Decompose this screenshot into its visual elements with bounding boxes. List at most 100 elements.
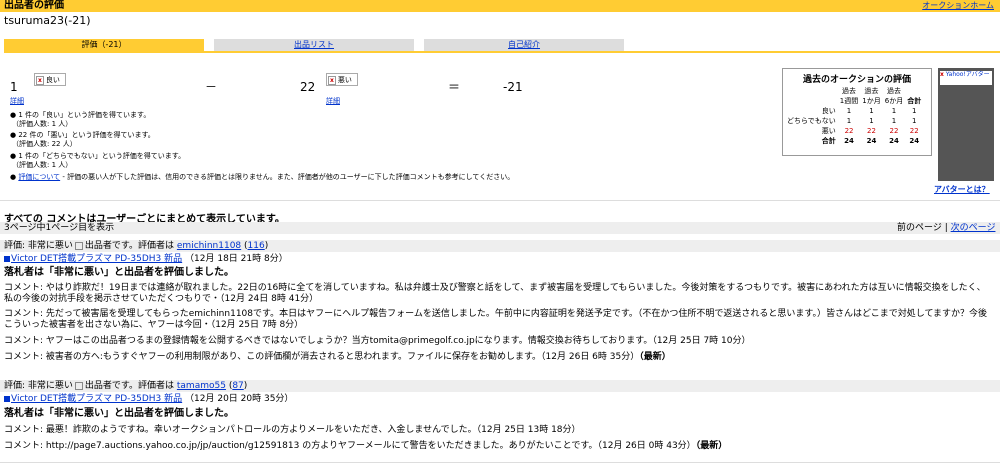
rater-score-link[interactable]: 116 bbox=[248, 241, 265, 251]
tab-profile[interactable]: 自己紹介 bbox=[424, 39, 624, 51]
page-info: 3ページ中1ページ目を表示 bbox=[4, 223, 115, 233]
bullet-good-sub: （評価人数: 1 人） bbox=[12, 120, 73, 128]
equals-sign: ＝ bbox=[448, 80, 461, 94]
good-detail-link[interactable]: 詳細 bbox=[10, 97, 24, 106]
item-square-icon bbox=[4, 395, 10, 402]
tab-profile-label[interactable]: 自己紹介 bbox=[508, 40, 540, 49]
page-title: 出品者の評価 bbox=[4, 0, 64, 11]
good-count: 1 bbox=[10, 80, 18, 94]
bullet-bad-sub: （評価人数: 22 人） bbox=[12, 140, 77, 148]
comment: コメント: 被害者の方へ:もうすぐヤフーの利用制限があり、この評価欄が消去される… bbox=[4, 352, 671, 363]
bullet-neutral-text: 1 件の「どちらでもない」という評価を得ています。 bbox=[18, 152, 186, 160]
history-title: 過去のオークションの評価 bbox=[802, 75, 911, 85]
divider bbox=[0, 462, 1000, 463]
avatar-alt: Yahoo!アバター bbox=[945, 71, 990, 78]
bad-badge-label: 悪い bbox=[337, 76, 352, 84]
item-time: （12月 20日 20時 35分） bbox=[185, 394, 294, 404]
history-cell: 1 bbox=[869, 107, 874, 115]
history-head-cell: 過去 bbox=[886, 87, 901, 95]
avatar-help-link[interactable]: アバターとは？ bbox=[934, 184, 990, 195]
rater-score-link[interactable]: 87 bbox=[232, 381, 243, 391]
checkbox-icon bbox=[74, 241, 83, 250]
tab-ratings-label: 評価（-21） bbox=[81, 40, 127, 49]
item-time: （12月 18日 21時 8分） bbox=[185, 254, 288, 264]
next-page-link[interactable]: 次のページ bbox=[951, 223, 996, 233]
history-table: 過去 過去 過去 1週間 1か月 6か月 合計 良い 1 1 1 1 どちらでも… bbox=[785, 86, 923, 146]
rater-link[interactable]: tamamo55 bbox=[177, 381, 226, 391]
auction-home-link[interactable]: オークションホーム bbox=[922, 1, 994, 11]
comment-text: コメント: ヤフーはこの出品者つるまの登録情報を公開するべきではないでしょうか？… bbox=[4, 336, 751, 346]
rater-link[interactable]: emichinn1108 bbox=[177, 241, 241, 251]
about-ratings-link[interactable]: 評価について bbox=[18, 173, 60, 181]
tab-listings-label[interactable]: 出品リスト bbox=[294, 40, 334, 49]
history-cell: 1 bbox=[891, 117, 897, 125]
history-row-label: 合計 bbox=[821, 137, 836, 145]
history-head-cell bbox=[905, 86, 923, 96]
item-link[interactable]: Victor DET搭載プラズマ PD-35DH3 新品 bbox=[11, 254, 182, 264]
history-row-total: 合計 24 24 24 24 bbox=[785, 136, 923, 146]
history-cell: 1 bbox=[846, 107, 852, 115]
bad-detail-link[interactable]: 詳細 bbox=[326, 97, 340, 106]
divider bbox=[0, 200, 1000, 201]
history-cell: 24 bbox=[909, 137, 920, 145]
bullet-bad: ● 22 件の「悪い」という評価を得ています。 （評価人数: 22 人） bbox=[10, 131, 155, 148]
tab-bar: 評価（-21） 出品リスト 自己紹介 bbox=[4, 39, 1000, 51]
history-head-2: 1週間 1か月 6か月 合計 bbox=[785, 96, 923, 106]
about-ratings: ● 評価について - 評価の悪い人が下した評価は、信用のできる評価とは限りません… bbox=[10, 173, 515, 181]
comment: コメント: ヤフーはこの出品者つるまの登録情報を公開するべきではないでしょうか？… bbox=[4, 336, 750, 347]
comment-text: コメント: やはり詐欺だ！19日までは連絡が取れました。22日の16時に全てを消… bbox=[4, 283, 986, 304]
avatar[interactable]: x Yahoo!アバター bbox=[938, 68, 994, 181]
minus-sign: － bbox=[205, 80, 218, 94]
good-badge-label: 良い bbox=[45, 76, 60, 84]
broken-image-icon: x bbox=[940, 71, 944, 78]
history-head-cell: 6か月 bbox=[884, 97, 904, 105]
history-cell: 24 bbox=[889, 137, 899, 145]
entry-role: 出品者です。評価者は bbox=[84, 381, 175, 391]
item-link[interactable]: Victor DET搭載プラズマ PD-35DH3 新品 bbox=[11, 394, 182, 404]
broken-image-icon: x bbox=[328, 76, 336, 85]
history-cell: 22 bbox=[867, 127, 876, 135]
checkbox-icon bbox=[74, 381, 83, 390]
entry-rating: 評価: 非常に悪い bbox=[4, 381, 73, 391]
history-cell: 1 bbox=[911, 117, 917, 125]
comment: コメント: 最悪！詐欺のようですね。幸いオークションパトロールの方よりメールをい… bbox=[4, 425, 581, 436]
prev-page[interactable]: 前のページ bbox=[897, 223, 942, 233]
history-cell: 1 bbox=[911, 107, 917, 115]
comment: コメント: やはり詐欺だ！19日までは連絡が取れました。22日の16時に全てを消… bbox=[4, 283, 994, 305]
bullet-bad-text: 22 件の「悪い」という評価を得ています。 bbox=[18, 131, 155, 139]
history-box: 過去のオークションの評価 過去 過去 過去 1週間 1か月 6か月 合計 良い … bbox=[782, 68, 932, 156]
history-head-cell: 合計 bbox=[907, 97, 922, 105]
history-head-cell: 過去 bbox=[864, 87, 879, 95]
seller-name: tsuruma23(-21) bbox=[4, 14, 91, 27]
history-head-cell: 過去 bbox=[842, 87, 857, 95]
history-cell: 22 bbox=[889, 127, 899, 135]
comment-text: コメント: http://page7.auctions.yahoo.co.jp/… bbox=[4, 441, 696, 451]
about-ratings-text: - 評価の悪い人が下した評価は、信用のできる評価とは限りません。また、評価者が他… bbox=[60, 173, 515, 181]
history-cell: 24 bbox=[866, 137, 877, 145]
comment: コメント: http://page7.auctions.yahoo.co.jp/… bbox=[4, 441, 727, 452]
item-square-icon bbox=[4, 255, 10, 262]
entry-verdict: 落札者は「非常に悪い」と出品者を評価しました。 bbox=[4, 408, 234, 419]
bad-count: 22 bbox=[300, 80, 316, 94]
tab-ratings[interactable]: 評価（-21） bbox=[4, 39, 204, 51]
pagination-links: 前のページ | 次のページ bbox=[897, 222, 995, 234]
broken-image-icon: x bbox=[36, 76, 44, 85]
bullet-good-text: 1 件の「良い」という評価を得ています。 bbox=[18, 111, 151, 119]
bullet-neutral: ● 1 件の「どちらでもない」という評価を得ています。 （評価人数: 1 人） bbox=[10, 152, 186, 169]
entry-rating: 評価: 非常に悪い bbox=[4, 241, 73, 251]
comment-text: コメント: 最悪！詐欺のようですね。幸いオークションパトロールの方よりメールをい… bbox=[4, 425, 581, 435]
history-row-label: どちらでもない bbox=[787, 117, 836, 125]
bad-badge: x 悪い bbox=[326, 73, 358, 86]
pagination-bar: 3ページ中1ページ目を表示 前のページ | 次のページ bbox=[0, 222, 1000, 234]
comment-text: コメント: 被害者の方へ:もうすぐヤフーの利用制限があり、この評価欄が消去される… bbox=[4, 352, 640, 362]
tab-listings[interactable]: 出品リスト bbox=[214, 39, 414, 51]
entry-header: 評価: 非常に悪い 出品者です。評価者は tamamo55 (87) bbox=[0, 380, 1000, 392]
bullet-good: ● 1 件の「良い」という評価を得ています。 （評価人数: 1 人） bbox=[10, 111, 151, 128]
history-row-good: 良い 1 1 1 1 bbox=[785, 106, 923, 116]
history-row-bad: 悪い 22 22 22 22 bbox=[785, 126, 923, 136]
history-cell: 1 bbox=[869, 117, 874, 125]
bullet-neutral-sub: （評価人数: 1 人） bbox=[12, 161, 73, 169]
comment: コメント: 先だって被害届を受理してもらったemichinn1108です。本日は… bbox=[4, 309, 994, 331]
entry-item: Victor DET搭載プラズマ PD-35DH3 新品 （12月 18日 21… bbox=[4, 254, 288, 265]
comment-latest: （最新） bbox=[639, 352, 671, 362]
